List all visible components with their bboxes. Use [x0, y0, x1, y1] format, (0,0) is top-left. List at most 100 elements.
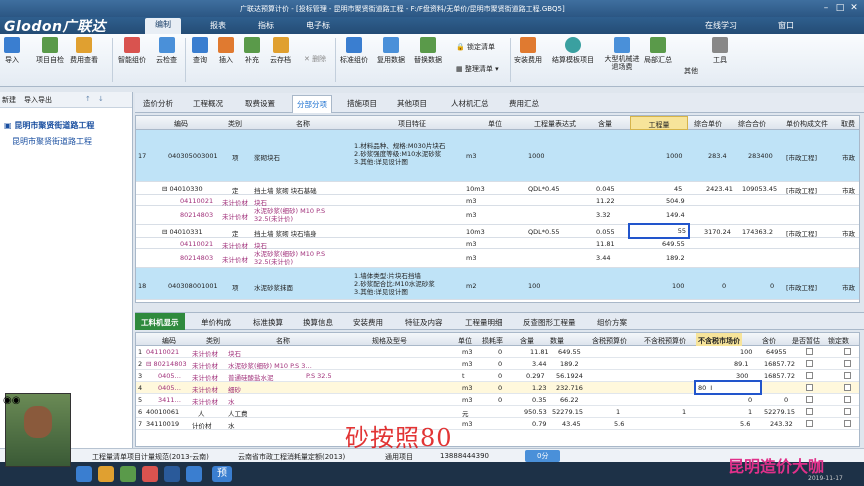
tab-fee-setting[interactable]: 取费设置: [245, 98, 275, 109]
online-learning-button[interactable]: 在线学习: [705, 20, 737, 31]
tab-project-overview[interactable]: 工程概况: [193, 98, 223, 109]
tab-other-items[interactable]: 其他项目: [397, 98, 427, 109]
provisional-checkbox[interactable]: [806, 348, 813, 355]
table-row[interactable]: 4 0405… 未计价材 细砂 m3 0 1.23 232.716 80 I: [136, 380, 859, 395]
provisional-checkbox[interactable]: [806, 396, 813, 403]
window-title: 广联达预算计价 - [投标管理 - 昆明市聚贤街道路工程 - F:/F盘资料/无…: [240, 5, 565, 13]
close-icon[interactable]: ✕: [848, 2, 860, 14]
delete-button[interactable]: ✕ 删除: [304, 54, 326, 64]
large-machine-button[interactable]: 大型机械进退场费: [602, 37, 642, 71]
preview-icon[interactable]: 预: [212, 466, 232, 482]
market-price-input[interactable]: 80 I: [694, 380, 762, 395]
glodon-icon[interactable]: [186, 466, 202, 482]
minimize-icon[interactable]: –: [820, 2, 832, 14]
tools-button[interactable]: 工具: [712, 37, 728, 65]
menu-dianzibiao[interactable]: 电子标: [306, 20, 330, 31]
provisional-checkbox[interactable]: [806, 420, 813, 427]
table-row[interactable]: 2 ⊟ 80214803 未计价材 水泥砂浆(细砂) M10 P.S 3… m3…: [136, 358, 859, 370]
provisional-checkbox[interactable]: [806, 408, 813, 415]
tab-items[interactable]: 分部分项: [292, 95, 332, 113]
new-button[interactable]: 新建: [2, 95, 16, 105]
tab-quantity-detail[interactable]: 工程量明细: [465, 317, 503, 328]
table-row[interactable]: 80214803 未计价材 水泥砂浆(细砂) M10 P.S 32.5(未计价)…: [136, 249, 859, 268]
smart-pricing-button[interactable]: 智能组价: [118, 37, 146, 65]
provisional-checkbox[interactable]: [806, 360, 813, 367]
table-row[interactable]: 5 3411… 未计价材 水 m3 0 0.35 66.22 0 0: [136, 394, 859, 406]
import-button[interactable]: 导入: [4, 37, 20, 65]
tab-labor-material-display[interactable]: 工料机显示: [135, 313, 185, 330]
quantity-cell-input[interactable]: 55: [628, 223, 690, 239]
tab-measures[interactable]: 措施项目: [347, 98, 377, 109]
score-badge[interactable]: 0分: [525, 450, 561, 462]
tab-labor-material[interactable]: 人材机汇总: [451, 98, 489, 109]
maximize-icon[interactable]: □: [834, 2, 846, 14]
cloud-check-button[interactable]: 云检查: [156, 37, 177, 65]
start-icon[interactable]: [76, 466, 92, 482]
replace-data-button[interactable]: 替换数据: [414, 37, 442, 65]
provisional-checkbox[interactable]: [806, 384, 813, 391]
wrench-icon: [712, 37, 728, 53]
query-button[interactable]: 查询: [192, 37, 208, 65]
lock-list-button[interactable]: 🔒 锁定清单: [456, 42, 495, 52]
tree-child[interactable]: 昆明市聚贤街道路工程: [12, 136, 92, 147]
lock-checkbox[interactable]: [844, 372, 851, 379]
table-row[interactable]: 04110021 未计价材 块石 m3 11.22 504.9: [136, 195, 859, 207]
cloud-save-button[interactable]: 云存档: [270, 37, 291, 65]
window-menu[interactable]: 窗口: [778, 20, 794, 31]
tab-features[interactable]: 特征及内容: [405, 317, 443, 328]
table-row[interactable]: ⊟ 04010331 定 挡土墙 浆砌 块石墙身 10m3 QDL*0.55 0…: [136, 223, 859, 239]
table-row[interactable]: 3 0405… 未计价材 普通硅酸盐水泥 P.S 32.5 t 0 0.297 …: [136, 370, 859, 382]
replace-icon: [420, 37, 436, 53]
reuse-data-button[interactable]: 复用数据: [377, 37, 405, 65]
menu-bianzhi[interactable]: 编制: [145, 18, 181, 34]
tab-price-composition[interactable]: 单价构成: [201, 317, 231, 328]
menu-bar: 编制 报表 指标 电子标 在线学习 窗口: [0, 17, 864, 34]
plus-icon: [244, 37, 260, 53]
install-fee-button[interactable]: 安装费用: [514, 37, 542, 65]
lock-checkbox[interactable]: [844, 384, 851, 391]
project-check-button[interactable]: 项目自检: [36, 37, 64, 65]
tab-reverse-lookup[interactable]: 反查图形工程量: [523, 317, 576, 328]
wechat-icon[interactable]: [120, 466, 136, 482]
organize-list-button[interactable]: ▦ 整理清单 ▾: [456, 64, 499, 74]
supplement-button[interactable]: 补充: [244, 37, 260, 65]
template-icon: [565, 37, 581, 53]
check-icon: [42, 37, 58, 53]
app-icon[interactable]: [142, 466, 158, 482]
settlement-template-button[interactable]: 结算模板项目: [552, 37, 594, 65]
table-row[interactable]: 7 34110019 计价材 水 m3 0.79 43.45 5.6 5.6 2…: [136, 418, 859, 430]
tab-install-fee[interactable]: 安装费用: [353, 317, 383, 328]
tree-root[interactable]: ▣ 昆明市聚贤街道路工程: [4, 120, 94, 131]
tab-cost-analysis[interactable]: 造价分析: [143, 98, 173, 109]
lock-checkbox[interactable]: [844, 420, 851, 427]
table-row[interactable]: 1 04110021 未计价材 块石 m3 0 11.81 649.55 100…: [136, 346, 859, 358]
other-button[interactable]: 其他: [684, 66, 698, 76]
import-export-button[interactable]: 导入导出: [24, 95, 52, 105]
table-row[interactable]: 04110021 未计价材 块石 m3 11.81 649.55: [136, 238, 859, 250]
provisional-checkbox[interactable]: [806, 372, 813, 379]
lock-checkbox[interactable]: [844, 360, 851, 367]
lock-checkbox[interactable]: [844, 396, 851, 403]
fee-view-button[interactable]: 费用查看: [70, 37, 98, 65]
tab-conversion-info[interactable]: 换算信息: [303, 317, 333, 328]
table-row[interactable]: 80214803 未计价材 水泥砂浆(细砂) M10 P.S 32.5(未计价)…: [136, 206, 859, 225]
down-arrow-icon[interactable]: ↓: [98, 95, 104, 103]
table-row[interactable]: 6 40010061 人 人工费 元 950.53 52279.15 1 1 1…: [136, 406, 859, 418]
table-row[interactable]: ⊟ 04010330 定 挡土墙 浆砌 块石基础 10m3 QDL*0.45 0…: [136, 182, 859, 195]
partial-summary-button[interactable]: 局部汇总: [644, 37, 672, 65]
menu-zhibiao[interactable]: 指标: [258, 20, 274, 31]
insert-button[interactable]: 插入: [218, 37, 234, 65]
lock-checkbox[interactable]: [844, 408, 851, 415]
standard-pricing-button[interactable]: 标准组价: [340, 37, 368, 65]
menu-baobiao[interactable]: 报表: [210, 20, 226, 31]
lock-checkbox[interactable]: [844, 348, 851, 355]
table-row[interactable]: 18 040308001001 项 水泥砂浆抹面 1.墙体类型:片块石挡墙 2.…: [136, 268, 859, 300]
tab-standard-conversion[interactable]: 标准换算: [253, 317, 283, 328]
up-arrow-icon[interactable]: ↑: [85, 95, 91, 103]
tab-fee-summary[interactable]: 费用汇总: [509, 98, 539, 109]
word-icon[interactable]: [164, 466, 180, 482]
explorer-icon[interactable]: [98, 466, 114, 482]
tab-pricing-plan[interactable]: 组价方案: [597, 317, 627, 328]
table-row[interactable]: 17 040305003001 项 浆砌块石 1.材料品种、规格:M030片块石…: [136, 130, 859, 182]
import-icon: [4, 37, 20, 53]
